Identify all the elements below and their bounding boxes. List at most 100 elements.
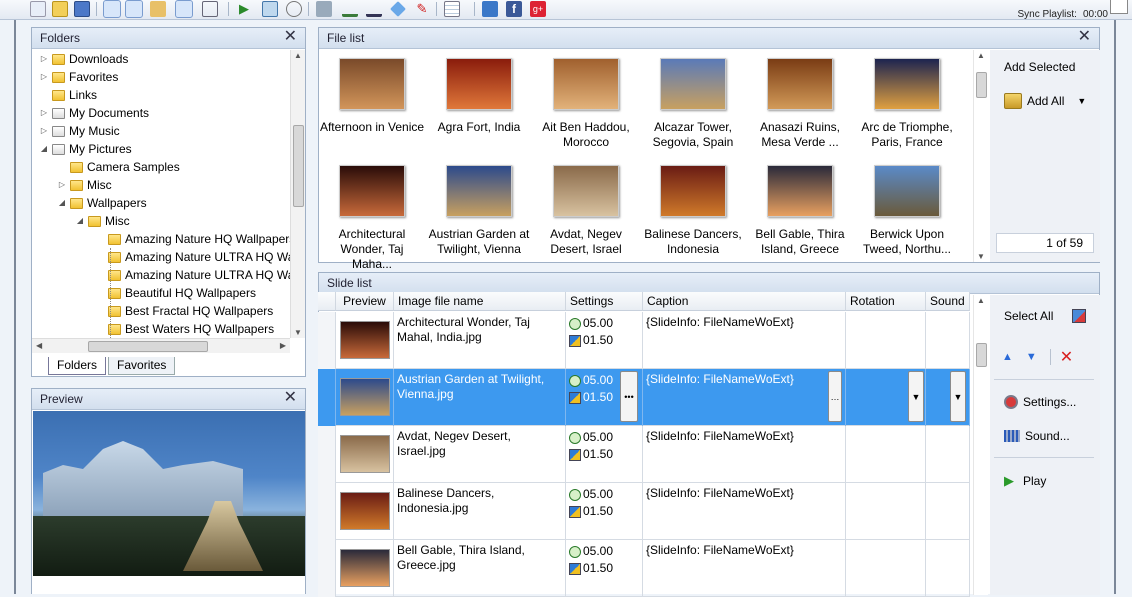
rotation-dropdown-icon[interactable]: ▼	[908, 371, 924, 422]
expand-arrow-icon[interactable]: ▷	[58, 176, 66, 194]
tree-item[interactable]: Amazing Nature ULTRA HQ Wallpapers	[96, 248, 290, 266]
open-folder-icon[interactable]	[52, 1, 68, 17]
file-thumbnail[interactable]: Austrian Garden at Twilight, Vienna	[426, 165, 532, 257]
settings-cell[interactable]: 05.00 01.50	[566, 483, 643, 540]
close-icon[interactable]: ✕	[1078, 29, 1091, 45]
file-list-scrollbar[interactable]: ▲ ▼	[973, 50, 988, 262]
expand-arrow-icon[interactable]: ▷	[40, 68, 48, 86]
tree-item[interactable]: Links	[40, 86, 97, 104]
scroll-thumb[interactable]	[976, 72, 987, 98]
file-thumbnail[interactable]: Arc de Triomphe, Paris, France	[854, 58, 960, 150]
caption-ellipsis-button[interactable]: …	[828, 371, 842, 422]
rotation-cell[interactable]	[846, 540, 926, 597]
settings-cell[interactable]: 05.00 01.50 •••	[566, 369, 643, 426]
add-all-button[interactable]: Add All ▼	[1004, 93, 1086, 109]
save-icon[interactable]	[74, 1, 90, 17]
caption-cell[interactable]: {SlideInfo: FileNameWoExt}	[643, 312, 846, 369]
expand-arrow-icon[interactable]: ▷	[40, 122, 48, 140]
tree-item[interactable]: ▷ My Documents	[40, 104, 149, 122]
new-project-icon[interactable]	[30, 1, 46, 17]
row-header[interactable]	[318, 426, 336, 483]
file-thumbnail[interactable]: Avdat, Negev Desert, Israel	[533, 165, 639, 257]
close-icon[interactable]: ✕	[284, 29, 297, 45]
tree-item[interactable]: ◢ Misc	[76, 212, 130, 230]
window-icon[interactable]	[202, 1, 218, 17]
play-icon[interactable]: ▶	[236, 1, 252, 17]
expand-arrow-icon[interactable]: ▷	[40, 50, 48, 68]
rotation-cell[interactable]	[846, 312, 926, 369]
select-all-button[interactable]: Select All	[1004, 309, 1087, 323]
folders-view-icon[interactable]	[103, 0, 121, 18]
burn-icon[interactable]	[390, 1, 406, 17]
table-row[interactable]: Austrian Garden at Twilight, Vienna.jpg 0…	[318, 369, 970, 426]
tree-item[interactable]: Amazing Nature HQ Wallpapers	[96, 230, 290, 248]
expand-arrow-icon[interactable]: ◢	[58, 194, 66, 212]
facebook-icon[interactable]: f	[506, 1, 522, 17]
file-thumbnail[interactable]: Bell Gable, Thira Island, Greece	[747, 165, 853, 257]
tree-item[interactable]: ▷ Downloads	[40, 50, 128, 68]
tree-item[interactable]: Amazing Nature ULTRA HQ Wallpapers	[96, 266, 290, 284]
expand-arrow-icon[interactable]: ◢	[76, 212, 84, 230]
tree-item[interactable]: Camera Samples	[58, 158, 180, 176]
details-view-icon[interactable]	[125, 0, 143, 18]
close-icon[interactable]: ✕	[284, 390, 297, 406]
column-caption[interactable]: Caption	[643, 292, 846, 311]
file-thumbnail[interactable]: Anasazi Ruins, Mesa Verde ...	[747, 58, 853, 150]
file-thumbnail[interactable]: Berwick Upon Tweed, Northu...	[854, 165, 960, 257]
file-thumbnail[interactable]: Agra Fort, India	[426, 58, 532, 135]
caption-cell[interactable]: {SlideInfo: FileNameWoExt}	[643, 426, 846, 483]
timer-icon[interactable]	[286, 1, 302, 17]
row-header[interactable]	[318, 483, 336, 540]
column-preview[interactable]: Preview	[336, 292, 394, 311]
sound-cell[interactable]	[926, 312, 970, 369]
tree-horizontal-scrollbar[interactable]: ◀ ▶	[32, 338, 290, 353]
move-down-icon[interactable]: ▼	[1026, 351, 1037, 363]
settings-cell[interactable]: 05.00 01.50	[566, 426, 643, 483]
tree-item[interactable]: Best Waters HQ Wallpapers	[96, 320, 274, 338]
settings-button[interactable]: Settings...	[1004, 395, 1076, 409]
tree-item[interactable]: Beautiful HQ Wallpapers	[96, 284, 256, 302]
caption-cell[interactable]: {SlideInfo: FileNameWoExt}	[643, 483, 846, 540]
table-row[interactable]: Bell Gable, Thira Island, Greece.jpg 05.0…	[318, 540, 970, 597]
file-thumbnail[interactable]: Balinese Dancers, Indonesia	[640, 165, 746, 257]
tree-item[interactable]: ◢ My Pictures	[40, 140, 132, 158]
tree-item[interactable]: ▷ Favorites	[40, 68, 118, 86]
expand-arrow-icon[interactable]: ◢	[40, 140, 48, 158]
sound-button[interactable]: Sound...	[1004, 429, 1070, 443]
google-plus-icon[interactable]: g+	[530, 1, 546, 17]
settings-cell[interactable]: 05.00 01.50	[566, 312, 643, 369]
table-row[interactable]: Balinese Dancers, Indonesia.jpg 05.00 01.5…	[318, 483, 970, 540]
delete-icon[interactable]: ✕	[1060, 347, 1073, 367]
settings-ellipsis-button[interactable]: •••	[620, 371, 638, 422]
sound-cell[interactable]: ▼	[926, 369, 970, 426]
row-header[interactable]	[318, 312, 336, 369]
file-thumbnail[interactable]: Ait Ben Haddou, Morocco	[533, 58, 639, 150]
column-file-name[interactable]: Image file name	[394, 292, 566, 311]
sound-cell[interactable]	[926, 540, 970, 597]
tree-item[interactable]: ▷ My Music	[40, 122, 120, 140]
move-up-icon[interactable]: ▲	[1002, 351, 1013, 363]
sound-cell[interactable]	[926, 426, 970, 483]
flash-icon[interactable]: ✎	[414, 1, 430, 17]
sound-dropdown-icon[interactable]: ▼	[950, 371, 966, 422]
dropdown-arrow-icon[interactable]: ▼	[1077, 96, 1086, 106]
film-icon[interactable]	[316, 1, 332, 17]
slide-list-scrollbar[interactable]: ▲	[973, 295, 988, 595]
file-thumbnail[interactable]: Alcazar Tower, Segovia, Spain	[640, 58, 746, 150]
people-icon[interactable]	[482, 1, 498, 17]
play-button[interactable]: ▶ Play	[1004, 473, 1046, 489]
edit-icon[interactable]	[175, 0, 193, 18]
album-icon[interactable]	[150, 1, 166, 17]
tree-item[interactable]: Best Fractal HQ Wallpapers	[96, 302, 273, 320]
rotation-cell[interactable]: ▼	[846, 369, 926, 426]
tree-vertical-scrollbar[interactable]: ▲ ▼	[290, 50, 305, 338]
sound-cell[interactable]	[926, 483, 970, 540]
bars-icon[interactable]	[366, 1, 382, 17]
caption-cell[interactable]: {SlideInfo: FileNameWoExt}	[643, 540, 846, 597]
rotation-cell[interactable]	[846, 426, 926, 483]
hscroll-thumb[interactable]	[88, 341, 208, 352]
scroll-thumb[interactable]	[293, 125, 304, 207]
tree-item[interactable]: ▷ Misc	[58, 176, 112, 194]
table-row[interactable]: Avdat, Negev Desert, Israel.jpg 05.00 01.5…	[318, 426, 970, 483]
table-row[interactable]: Architectural Wonder, Taj Mahal, India.j…	[318, 312, 970, 369]
